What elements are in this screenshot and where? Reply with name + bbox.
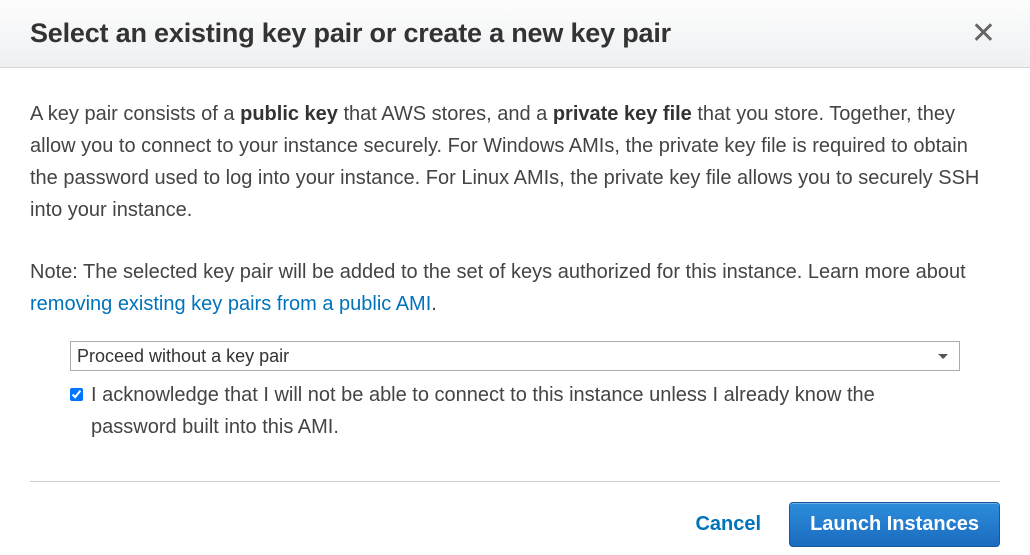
key-pair-note: Note: The selected key pair will be adde… — [30, 256, 1000, 320]
close-icon[interactable]: ✕ — [967, 19, 1000, 49]
modal-title: Select an existing key pair or create a … — [30, 18, 671, 49]
form-area: Proceed without a key pair I acknowledge… — [30, 340, 1000, 443]
modal-body: A key pair consists of a public key that… — [0, 68, 1030, 453]
cancel-button[interactable]: Cancel — [695, 513, 761, 536]
acknowledge-checkbox[interactable] — [70, 387, 83, 402]
note-text: . — [431, 293, 437, 315]
remove-key-pairs-link[interactable]: removing existing key pairs from a publi… — [30, 293, 431, 315]
key-pair-select[interactable]: Proceed without a key pair — [70, 341, 960, 371]
desc-bold-public-key: public key — [240, 103, 338, 125]
modal-header: Select an existing key pair or create a … — [0, 0, 1030, 68]
key-pair-modal: Select an existing key pair or create a … — [0, 0, 1030, 555]
modal-footer: Cancel Launch Instances — [0, 482, 1030, 555]
desc-text: A key pair consists of a — [30, 103, 240, 125]
desc-text: that AWS stores, and a — [338, 103, 553, 125]
key-pair-description: A key pair consists of a public key that… — [30, 98, 1000, 226]
note-text: Note: The selected key pair will be adde… — [30, 261, 966, 283]
launch-instances-button[interactable]: Launch Instances — [789, 502, 1000, 547]
desc-bold-private-key: private key file — [553, 103, 692, 125]
acknowledge-label[interactable]: I acknowledge that I will not be able to… — [91, 379, 960, 443]
acknowledge-row: I acknowledge that I will not be able to… — [70, 379, 960, 443]
